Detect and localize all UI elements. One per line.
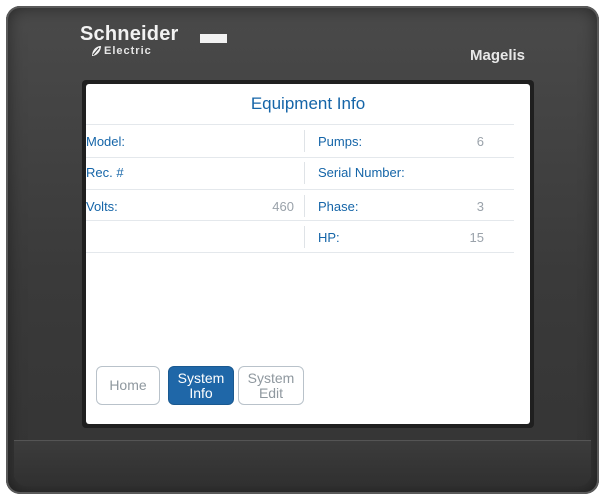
table-row: Rec. # Serial Number: xyxy=(86,158,530,189)
phase-label: Phase: xyxy=(318,199,359,214)
model-label: Model: xyxy=(86,134,126,149)
system-edit-label-line1: System xyxy=(247,369,295,386)
table-row: Volts: 460 Phase: 3 xyxy=(86,190,530,221)
rec-number-label: Rec. # xyxy=(86,165,124,180)
system-edit-label-line2: Edit xyxy=(258,384,284,401)
hmi-screen: Equipment Info Model: Pumps: 6 Rec. # Se… xyxy=(86,84,530,424)
table-row: Model: Pumps: 6 xyxy=(86,125,530,156)
page-title: Equipment Info xyxy=(250,94,366,113)
home-button[interactable]: Home xyxy=(96,366,160,405)
column-divider xyxy=(304,195,305,217)
product-name: Magelis xyxy=(470,47,526,64)
hmi-bezel-lower xyxy=(14,440,591,486)
schneider-leaf-icon xyxy=(92,46,101,56)
system-info-button[interactable]: System Info xyxy=(168,366,234,405)
brand-logo-bar xyxy=(200,34,227,43)
column-divider xyxy=(304,130,305,152)
volts-value: 460 xyxy=(272,199,294,214)
system-info-label-line2: Info xyxy=(189,384,213,401)
brand-name: Schneider xyxy=(80,23,179,45)
pumps-label: Pumps: xyxy=(318,134,363,149)
hp-value: 15 xyxy=(469,230,484,245)
row-separator xyxy=(86,252,514,253)
system-edit-button[interactable]: System Edit xyxy=(238,366,304,405)
column-divider xyxy=(304,226,305,248)
home-button-label: Home xyxy=(109,377,147,393)
hp-label: HP: xyxy=(318,230,340,245)
brand-subtitle: Electric xyxy=(104,45,152,57)
volts-label: Volts: xyxy=(86,199,118,214)
serial-number-label: Serial Number: xyxy=(318,165,405,180)
column-divider xyxy=(304,162,305,184)
system-info-label-line1: System xyxy=(177,369,225,386)
phase-value: 3 xyxy=(476,199,484,214)
table-row: HP: 15 xyxy=(86,221,530,252)
pumps-value: 6 xyxy=(476,134,484,149)
